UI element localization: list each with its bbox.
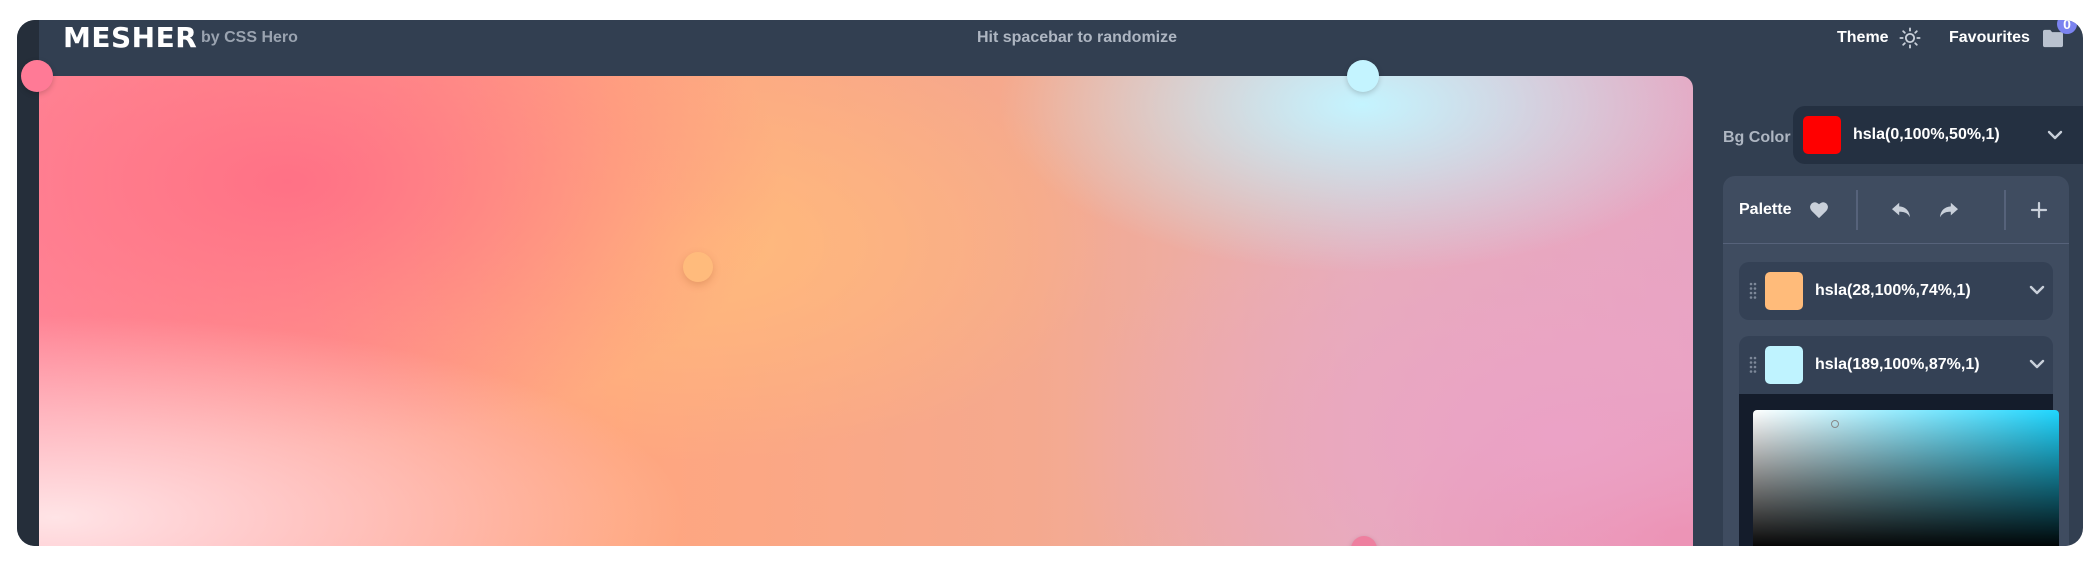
logo: MESHER xyxy=(63,21,198,54)
theme-toggle-button[interactable]: Theme xyxy=(1837,26,1921,50)
heart-icon xyxy=(1810,202,1828,219)
favourites-count-badge: 0 xyxy=(2057,20,2077,34)
point-3-handle[interactable] xyxy=(1347,60,1379,92)
app-window: MESHER by CSS Hero Hit spacebar to rando… xyxy=(17,20,2083,546)
chevron-down-icon xyxy=(2047,130,2063,140)
favourites-label: Favourites xyxy=(1949,29,2030,46)
bg-color-label: Bg Color xyxy=(1723,129,1791,146)
redo-button[interactable] xyxy=(1937,198,1961,222)
undo-button[interactable] xyxy=(1889,198,1913,222)
chevron-down-icon[interactable] xyxy=(2029,358,2045,370)
palette-header: Palette xyxy=(1723,176,2069,244)
palette-color-value: hsla(189,100%,87%,1) xyxy=(1815,356,1980,373)
palette-panel: Palette hsla(28,100%,74%,1) hsla(189,100… xyxy=(1723,176,2069,546)
left-rail xyxy=(17,20,39,546)
toolbar-divider xyxy=(1856,190,1858,230)
toolbar-divider xyxy=(2004,190,2006,230)
color-picker-panel xyxy=(1739,394,2059,546)
point-2-handle[interactable] xyxy=(683,252,713,282)
favorite-button[interactable] xyxy=(1807,198,1831,222)
point-1-handle[interactable] xyxy=(21,60,53,92)
redo-icon xyxy=(1940,202,1958,218)
picker-cursor[interactable] xyxy=(1831,420,1839,428)
palette-color-row[interactable]: hsla(189,100%,87%,1) xyxy=(1739,336,2053,394)
header: MESHER by CSS Hero Hit spacebar to rando… xyxy=(17,20,2083,76)
bg-color-value: hsla(0,100%,50%,1) xyxy=(1853,126,2000,143)
add-color-button[interactable] xyxy=(2027,198,2051,222)
mesh-gradient-canvas[interactable] xyxy=(39,76,1693,546)
palette-color-swatch xyxy=(1765,272,1803,310)
bg-color-select[interactable]: hsla(0,100%,50%,1) xyxy=(1793,106,2083,164)
theme-label: Theme xyxy=(1837,29,1889,46)
randomize-hint: Hit spacebar to randomize xyxy=(976,29,1178,46)
sun-icon xyxy=(1899,27,1921,49)
undo-icon xyxy=(1892,202,1910,218)
sidebar: Bg Color hsla(0,100%,50%,1) Palette hsla… xyxy=(1693,76,2083,546)
drag-handle-icon[interactable] xyxy=(1749,282,1757,300)
drag-handle-icon[interactable] xyxy=(1749,356,1757,374)
saturation-value-picker[interactable] xyxy=(1753,410,2059,546)
palette-color-value: hsla(28,100%,74%,1) xyxy=(1815,282,1971,299)
palette-label: Palette xyxy=(1739,201,1792,218)
byline: by CSS Hero xyxy=(201,29,298,46)
bg-color-swatch xyxy=(1803,116,1841,154)
plus-icon xyxy=(2030,201,2048,219)
palette-color-swatch xyxy=(1765,346,1803,384)
palette-color-row[interactable]: hsla(28,100%,74%,1) xyxy=(1739,262,2053,320)
chevron-down-icon[interactable] xyxy=(2029,284,2045,296)
favourites-button[interactable]: Favourites xyxy=(1949,26,2064,50)
